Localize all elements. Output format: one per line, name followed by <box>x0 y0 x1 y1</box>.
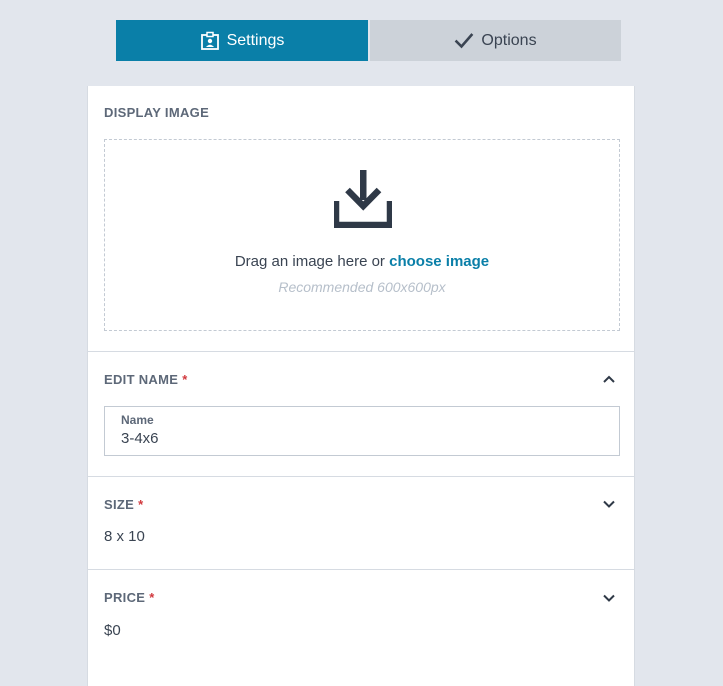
tab-settings[interactable]: Settings <box>116 20 368 61</box>
chevron-up-icon[interactable] <box>602 372 616 391</box>
checkmark-icon <box>454 31 474 51</box>
edit-name-title: EDIT NAME * <box>104 372 188 387</box>
drag-text: Drag an image here or <box>234 253 385 270</box>
tab-options[interactable]: Options <box>370 20 621 61</box>
id-badge-icon <box>200 31 220 51</box>
drag-instructions: Drag an image here or choose image <box>105 253 619 270</box>
size-title: SIZE * <box>104 497 143 512</box>
required-mark: * <box>138 497 144 512</box>
name-field[interactable]: Name 3-4x6 <box>104 406 620 456</box>
name-field-value[interactable]: 3-4x6 <box>121 430 159 447</box>
choose-image-link[interactable]: choose image <box>389 253 489 270</box>
price-title-text: PRICE <box>104 590 146 605</box>
required-mark: * <box>149 590 155 605</box>
settings-panel: DISPLAY IMAGE Drag an image here or choo… <box>87 86 635 686</box>
image-dropzone[interactable]: Drag an image here or choose image Recom… <box>104 139 620 331</box>
tab-bar: Settings Options <box>116 20 621 61</box>
divider <box>88 351 634 352</box>
display-image-title: DISPLAY IMAGE <box>104 105 210 120</box>
divider <box>88 476 634 477</box>
required-mark: * <box>182 372 188 387</box>
download-icon <box>332 170 394 233</box>
tab-options-label: Options <box>481 31 537 49</box>
edit-name-title-text: EDIT NAME <box>104 372 179 387</box>
price-title: PRICE * <box>104 590 155 605</box>
size-title-text: SIZE <box>104 497 135 512</box>
size-value[interactable]: 8 x 10 <box>104 528 145 545</box>
price-value[interactable]: $0 <box>104 622 121 639</box>
chevron-down-icon[interactable] <box>602 591 616 610</box>
tab-settings-label: Settings <box>226 31 285 49</box>
recommended-size-hint: Recommended 600x600px <box>278 279 446 295</box>
name-field-label: Name <box>121 413 154 427</box>
divider <box>88 569 634 570</box>
chevron-down-icon[interactable] <box>602 497 616 516</box>
